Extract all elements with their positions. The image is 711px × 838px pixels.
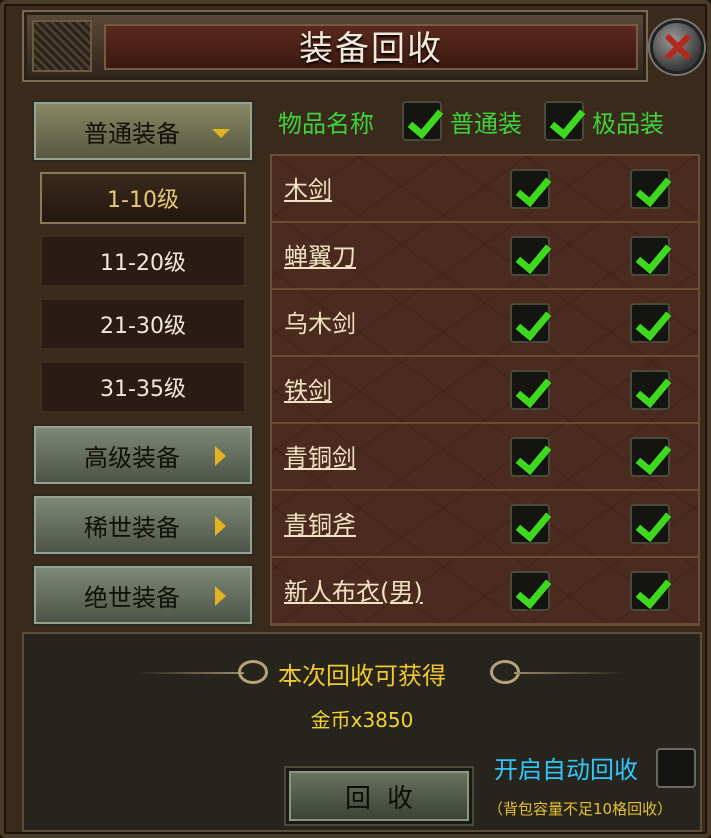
title-plate: 装备回收 [104, 24, 638, 70]
item-name[interactable]: 木剑 [284, 170, 332, 205]
chevron-down-icon [212, 129, 230, 138]
normal-checkbox[interactable] [510, 303, 550, 343]
auto-recycle-label: 开启自动回收 [494, 756, 638, 784]
category-advanced-label: 高级装备 [84, 443, 180, 472]
recycle-panel: 装备回收 普通装备 1-10级 11-20级 21-30级 31-35级 高级装… [0, 0, 711, 838]
item-list: 木剑 蝉翼刀 乌木剑 铁剑 青铜剑 青铜斧 新人布衣(男) [270, 154, 700, 626]
title-ornament [32, 20, 92, 72]
item-name[interactable]: 新人布衣(男) [284, 572, 423, 607]
level-tab-31-35[interactable]: 31-35级 [40, 361, 246, 413]
category-rare-button[interactable]: 稀世装备 [32, 494, 254, 556]
normal-checkbox[interactable] [510, 571, 550, 611]
table-row: 木剑 [272, 156, 698, 223]
panel-title: 装备回收 [299, 29, 443, 69]
category-normal-button[interactable]: 普通装备 [32, 100, 254, 162]
normal-checkbox[interactable] [510, 437, 550, 477]
category-legendary-button[interactable]: 绝世装备 [32, 564, 254, 626]
list-header: 物品名称 普通装 极品装 [270, 94, 700, 148]
excellent-checkbox[interactable] [630, 370, 670, 410]
table-row: 新人布衣(男) [272, 558, 698, 624]
chevron-right-icon [215, 446, 226, 466]
divider [514, 672, 624, 674]
header-normal-checkbox[interactable] [402, 101, 442, 141]
item-name[interactable]: 乌木剑 [284, 304, 356, 339]
recycle-button[interactable]: 回收 [286, 768, 472, 824]
header-normal-label: 普通装 [450, 109, 522, 138]
reward-section: 本次回收可获得 金币x3850 开启自动回收 （背包容量不足10格回收） 回收 [22, 632, 702, 832]
header-excellent-checkbox[interactable] [544, 101, 584, 141]
excellent-checkbox[interactable] [630, 504, 670, 544]
header-excellent-label: 极品装 [592, 109, 664, 138]
reward-gold: 金币x3850 [310, 708, 414, 732]
level-tab-1-10[interactable]: 1-10级 [40, 172, 246, 224]
excellent-checkbox[interactable] [630, 303, 670, 343]
chevron-right-icon [215, 586, 226, 606]
normal-checkbox[interactable] [510, 370, 550, 410]
category-legendary-label: 绝世装备 [84, 583, 180, 612]
table-row: 青铜斧 [272, 491, 698, 558]
category-rare-label: 稀世装备 [84, 513, 180, 542]
header-item-name: 物品名称 [278, 109, 374, 138]
table-row: 乌木剑 [272, 290, 698, 357]
table-row: 铁剑 [272, 357, 698, 424]
title-bar: 装备回收 [22, 10, 648, 82]
excellent-checkbox[interactable] [630, 236, 670, 276]
normal-checkbox[interactable] [510, 236, 550, 276]
normal-checkbox[interactable] [510, 169, 550, 209]
level-tab-11-20[interactable]: 11-20级 [40, 235, 246, 287]
item-name[interactable]: 铁剑 [284, 371, 332, 406]
item-name[interactable]: 青铜斧 [284, 505, 356, 540]
item-name[interactable]: 蝉翼刀 [284, 237, 356, 272]
category-advanced-button[interactable]: 高级装备 [32, 424, 254, 486]
auto-recycle-note: （背包容量不足10格回收） [488, 800, 673, 818]
table-row: 青铜剑 [272, 424, 698, 491]
category-sidebar: 普通装备 1-10级 11-20级 21-30级 31-35级 高级装备 稀世装… [22, 90, 262, 626]
category-normal-label: 普通装备 [84, 119, 180, 148]
normal-checkbox[interactable] [510, 504, 550, 544]
chevron-right-icon [215, 516, 226, 536]
excellent-checkbox[interactable] [630, 169, 670, 209]
excellent-checkbox[interactable] [630, 437, 670, 477]
table-row: 蝉翼刀 [272, 223, 698, 290]
item-name[interactable]: 青铜剑 [284, 438, 356, 473]
excellent-checkbox[interactable] [630, 571, 670, 611]
level-tab-21-30[interactable]: 21-30级 [40, 298, 246, 350]
auto-recycle-checkbox[interactable] [656, 748, 696, 788]
close-icon[interactable] [650, 20, 704, 74]
